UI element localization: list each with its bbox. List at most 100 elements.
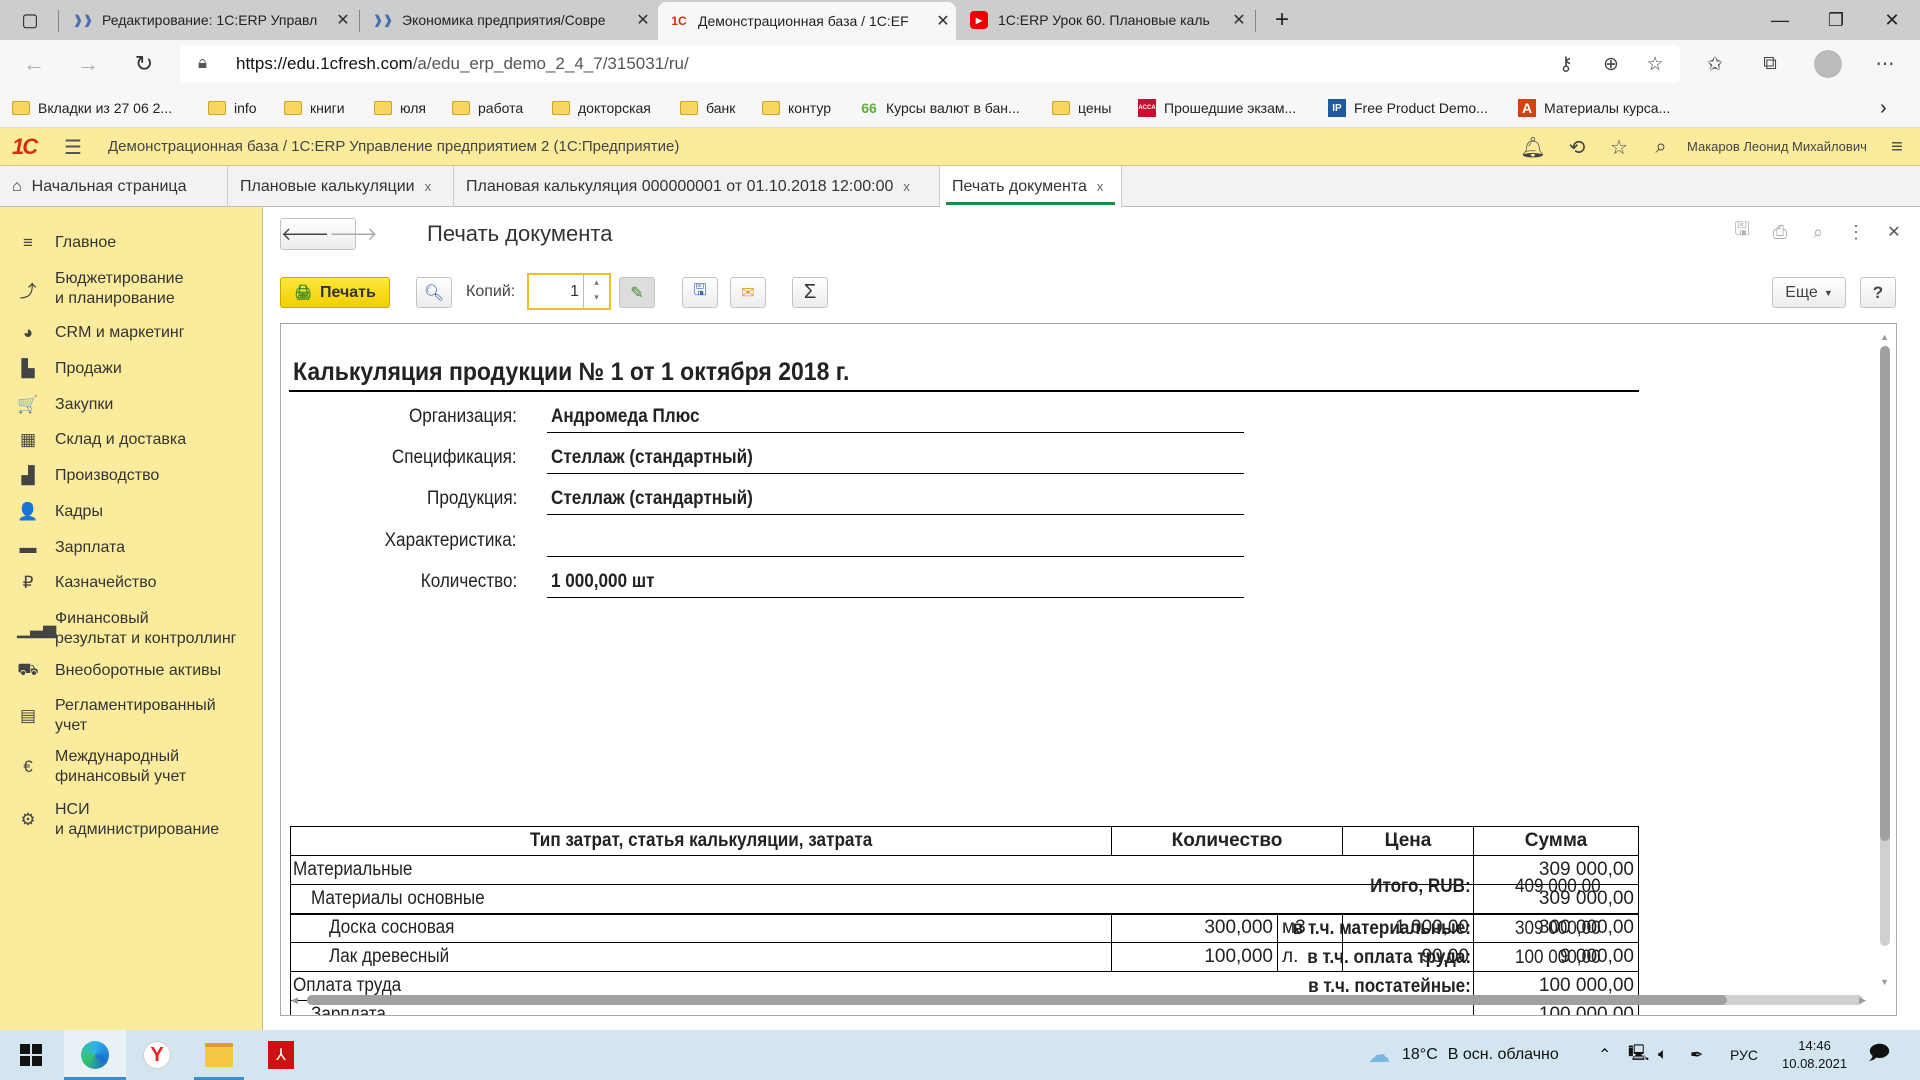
bookmark[interactable]: Вкладки из 27 06 2...	[12, 88, 172, 128]
save-button[interactable]: 🖫	[682, 277, 718, 308]
notifications-center-icon[interactable]: 🗩	[1868, 1030, 1890, 1080]
scroll-left-icon[interactable]: ◀	[291, 995, 298, 1006]
sidebar-item[interactable]: 🛒 Закупки	[0, 392, 263, 418]
sidebar-item[interactable]: 👤 Кадры	[0, 499, 263, 525]
sidebar-item[interactable]: ₽ Казначейство	[0, 570, 263, 596]
close-tab-icon[interactable]: ✕	[330, 10, 356, 30]
new-tab-button[interactable]: +	[1262, 0, 1302, 40]
copies-stepper[interactable]: ▴ ▾	[583, 275, 609, 308]
collections-icon[interactable]: ⧉	[1750, 40, 1790, 88]
sidebar-item[interactable]: ▬ Зарплата	[0, 535, 263, 561]
minimize-icon[interactable]: —	[1752, 0, 1808, 40]
bookmark[interactable]: работа	[452, 88, 523, 128]
settings-menu-icon[interactable]: ≡	[1878, 128, 1916, 166]
more-actions-icon[interactable]: ⋮	[1838, 207, 1874, 257]
copies-input[interactable]: 1 ▴ ▾	[527, 273, 611, 310]
taskbar-edge[interactable]	[64, 1030, 126, 1080]
bookmark[interactable]: ACCA Прошедшие экзам...	[1138, 88, 1296, 128]
bookmark[interactable]: юля	[374, 88, 426, 128]
preview-button[interactable]: 🔍︎	[416, 277, 452, 308]
bookmark[interactable]: IP Free Product Demo...	[1328, 88, 1488, 128]
bookmark[interactable]: банк	[680, 88, 735, 128]
sidebar-item[interactable]: ◕ CRM и маркетинг	[0, 320, 263, 346]
forward-icon[interactable]: →	[68, 40, 108, 88]
forward-icon[interactable]: 🡒	[329, 224, 377, 245]
restore-icon[interactable]: ❐	[1808, 0, 1864, 40]
close-tab-icon[interactable]: ✕	[630, 10, 656, 30]
favorites-star-icon[interactable]: ☆	[1600, 128, 1638, 166]
show-hidden-icons[interactable]: ⌃	[1598, 1030, 1611, 1080]
history-icon[interactable]: ⟲	[1558, 128, 1596, 166]
browser-tab[interactable]: ▶ 1С:ERP Урок 60. Плановые каль ✕	[958, 0, 1252, 40]
print-button[interactable]: 🖨︎ Печать	[280, 277, 390, 308]
bookmark[interactable]: цены	[1052, 88, 1111, 128]
preview-icon[interactable]: ⌕	[1800, 207, 1836, 257]
start-button[interactable]	[0, 1030, 62, 1080]
scroll-down-icon[interactable]: ▼	[1880, 977, 1889, 987]
back-icon[interactable]: ←	[14, 40, 54, 88]
close-tab-icon[interactable]: x	[425, 179, 432, 194]
help-button[interactable]: ?	[1860, 277, 1896, 308]
scroll-right-icon[interactable]: ▶	[1859, 995, 1866, 1006]
network-icon[interactable]: 🖳	[1628, 1030, 1649, 1080]
back-icon[interactable]: 🡐	[281, 224, 329, 245]
tab-home[interactable]: ⌂ Начальная страница	[0, 166, 228, 207]
tab-actions-icon[interactable]: ▢	[2, 0, 58, 40]
bookmark[interactable]: 66 Курсы валют в бан...	[860, 88, 1019, 128]
pen-icon[interactable]: ✒	[1690, 1030, 1703, 1080]
main-menu-icon[interactable]: ☰	[64, 135, 82, 160]
email-button[interactable]: ✉	[730, 277, 766, 308]
scroll-up-icon[interactable]: ▲	[1880, 332, 1889, 342]
close-tab-icon[interactable]: x	[1097, 179, 1104, 194]
favorites-icon[interactable]: ✩	[1695, 40, 1735, 88]
sidebar-item[interactable]: ▤ Регламентированный учет	[0, 694, 263, 738]
profile-avatar[interactable]	[1808, 40, 1848, 88]
lock-icon[interactable]: 🔒︎	[198, 53, 207, 73]
taskbar-yandex[interactable]: Y	[126, 1030, 188, 1080]
taskbar-acrobat[interactable]: ⅄	[250, 1030, 312, 1080]
vertical-scrollbar[interactable]	[1880, 346, 1890, 946]
tab-print-document[interactable]: Печать документа x	[940, 166, 1122, 207]
close-window-icon[interactable]: ✕	[1864, 0, 1920, 40]
sidebar-item[interactable]: ⚙ НСИ и администрирование	[0, 798, 263, 842]
vertical-scroll-thumb[interactable]	[1880, 346, 1890, 841]
more-bookmarks-icon[interactable]: ›	[1880, 88, 1887, 128]
bookmark[interactable]: A Материалы курса...	[1518, 88, 1670, 128]
sidebar-item[interactable]: ▟ Производство	[0, 463, 263, 489]
key-icon[interactable]: ⚷	[1546, 40, 1586, 88]
sidebar-item[interactable]: ≡ Главное	[0, 230, 263, 256]
browser-tab[interactable]: ❱❱ Экономика предприятия/Совре ✕	[362, 0, 656, 40]
close-form-icon[interactable]: ✕	[1876, 207, 1912, 257]
search-icon[interactable]: ⌕	[1642, 128, 1680, 166]
close-tab-icon[interactable]: ✕	[930, 11, 956, 31]
zoom-icon[interactable]: ⊕	[1591, 40, 1631, 88]
language-indicator[interactable]: РУС	[1730, 1030, 1758, 1080]
weather-widget[interactable]: ☁ 18°C В осн. облачно	[1368, 1030, 1559, 1080]
tab-planned-calculations[interactable]: Плановые калькуляции x	[228, 166, 454, 207]
notifications-icon[interactable]: 🔔︎	[1514, 128, 1552, 166]
close-tab-icon[interactable]: ✕	[1226, 10, 1252, 30]
taskbar-explorer[interactable]	[188, 1030, 250, 1080]
edit-mode-button[interactable]: ✎	[619, 277, 655, 308]
sidebar-item[interactable]: ⛟ Внеоборотные активы	[0, 658, 263, 684]
bookmark[interactable]: книги	[284, 88, 345, 128]
volume-icon[interactable]: 🔈︎	[1658, 1030, 1668, 1080]
sidebar-item[interactable]: ▁▃▅ Финансовый результат и контроллинг	[0, 607, 263, 651]
tab-planned-calculation-doc[interactable]: Плановая калькуляция 000000001 от 01.10.…	[454, 166, 940, 207]
horizontal-scroll-thumb[interactable]	[307, 995, 1727, 1005]
more-button[interactable]: Еще ▼	[1772, 277, 1846, 308]
url-input[interactable]: 🔒︎ https://edu.1cfresh.com/a/edu_erp_dem…	[180, 45, 1680, 83]
clock[interactable]: 14:46 10.08.2021	[1782, 1030, 1847, 1080]
user-name[interactable]: Макаров Леонид Михайлович	[1687, 139, 1867, 154]
more-icon[interactable]: ⋯	[1865, 40, 1905, 88]
horizontal-scrollbar[interactable]	[307, 995, 1863, 1005]
sum-button[interactable]: Σ	[792, 277, 828, 308]
bookmark[interactable]: докторская	[552, 88, 651, 128]
close-tab-icon[interactable]: x	[903, 179, 910, 194]
sidebar-item[interactable]: ⤴ Бюджетирование и планирование	[0, 267, 263, 311]
bookmark[interactable]: info	[208, 88, 257, 128]
print-icon[interactable]: ⎙	[1762, 207, 1798, 257]
sidebar-item[interactable]: ▙ Продажи	[0, 356, 263, 382]
add-favorite-icon[interactable]: ☆	[1635, 40, 1675, 88]
sidebar-item[interactable]: € Международный финансовый учет	[0, 745, 263, 789]
